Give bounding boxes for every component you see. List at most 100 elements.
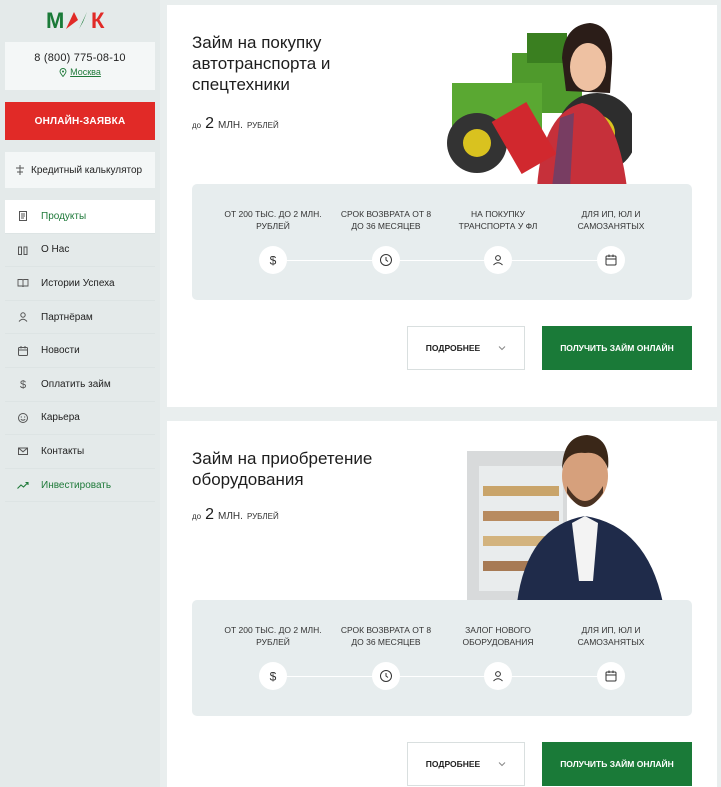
feature-text: залог нового оборудования <box>462 625 534 647</box>
details-button[interactable]: ПОДРОБНЕЕ <box>407 742 525 786</box>
sidebar-item-label: Карьера <box>41 412 80 424</box>
user-icon <box>493 671 503 682</box>
get-loan-online-button[interactable]: ПОЛУЧИТЬ ЗАЙМ ОНЛАЙН <box>542 742 692 786</box>
clock-icon <box>380 254 392 266</box>
feature-icon-circle <box>484 662 512 690</box>
feature-item: для ИП, ЮЛ и самозанятых <box>561 208 661 274</box>
feature-icon-circle: $ <box>259 662 287 690</box>
feature-item: срок возврата от 8 до 36 месяцев <box>336 208 436 274</box>
chevron-down-icon <box>498 762 506 767</box>
fridge-man-photo <box>467 435 663 603</box>
sidebar-item-label: Инвестировать <box>41 479 112 491</box>
feature-item: для ИП, ЮЛ и самозанятых <box>561 624 661 690</box>
feature-item: на покупку транспорта у ФЛ <box>448 208 548 274</box>
feature-icon-circle <box>597 662 625 690</box>
features-panel: от 200 тыс. до 2 млн. рублей $ срок возв… <box>192 600 692 716</box>
calculator-label: Кредитный калькулятор <box>31 164 143 176</box>
feature-icon-circle <box>372 246 400 274</box>
svg-text:К: К <box>91 8 105 32</box>
sidebar-item-label: Партнёрам <box>41 311 93 323</box>
feature-item: срок возврата от 8 до 36 месяцев <box>336 624 436 690</box>
sidebar-item-label: Оплатить займ <box>41 378 111 390</box>
product-title: Займ на покупку автотранспорта и спецтех… <box>192 33 331 94</box>
amount-prefix: до <box>192 512 202 521</box>
phone-number[interactable]: 8 (800) 775-08-10 <box>5 52 155 64</box>
amount-value: 2 <box>205 506 215 523</box>
sidebar-item-success-stories[interactable]: Истории Успеха <box>5 267 155 301</box>
feature-item: залог нового оборудования <box>448 624 548 690</box>
product-amount: до 2 МЛН. РУБЛЕЙ <box>192 115 279 133</box>
logo[interactable]: М К <box>46 8 112 33</box>
product-card-equipment-loan: Займ на приобретение оборудования до 2 М… <box>167 421 717 787</box>
feature-icon-circle <box>372 662 400 690</box>
dollar-icon: $ <box>20 379 26 390</box>
mail-icon <box>18 447 28 456</box>
credit-calculator-link[interactable]: Кредитный калькулятор <box>5 152 155 188</box>
feature-item: от 200 тыс. до 2 млн. рублей $ <box>223 208 323 274</box>
feature-text: на покупку транспорта у ФЛ <box>458 209 538 231</box>
city-label: Москва <box>70 67 101 77</box>
tractor-woman-photo <box>447 23 632 188</box>
svg-text:$: $ <box>270 254 277 268</box>
product-card-vehicle-loan: Займ на покупку автотранспорта и спецтех… <box>167 5 717 407</box>
dollar-icon: $ <box>270 254 277 268</box>
dollar-icon: $ <box>270 670 277 684</box>
calendar-icon <box>18 345 28 356</box>
sidebar-item-label: Контакты <box>41 445 85 457</box>
get-loan-online-button[interactable]: ПОЛУЧИТЬ ЗАЙМ ОНЛАЙН <box>542 326 692 370</box>
building-icon <box>18 246 28 255</box>
details-button[interactable]: ПОДРОБНЕЕ <box>407 326 525 370</box>
feature-text: от 200 тыс. до 2 млн. рублей <box>224 209 322 231</box>
sidebar-item-contacts[interactable]: Контакты <box>5 435 155 469</box>
feature-text: для ИП, ЮЛ и самозанятых <box>577 625 645 647</box>
feature-icon-circle <box>484 246 512 274</box>
sidebar-item-label: Новости <box>41 345 80 357</box>
sidebar-item-career[interactable]: Карьера <box>5 402 155 436</box>
clock-icon <box>380 670 392 682</box>
book-icon <box>17 279 29 288</box>
svg-text:М: М <box>46 8 64 32</box>
location-pin-icon <box>59 67 67 77</box>
amount-value: 2 <box>205 115 215 132</box>
calendar-icon <box>605 254 617 266</box>
amount-prefix: до <box>192 121 202 130</box>
feature-text: для ИП, ЮЛ и самозанятых <box>577 209 645 231</box>
sidebar-item-invest[interactable]: Инвестировать <box>5 469 155 503</box>
details-label: ПОДРОБНЕЕ <box>425 343 481 353</box>
calculator-icon <box>16 165 24 175</box>
smile-icon <box>18 412 28 423</box>
amount-unit: МЛН. <box>218 511 243 522</box>
svg-text:$: $ <box>20 379 26 390</box>
calendar-icon <box>605 670 617 682</box>
feature-item: от 200 тыс. до 2 млн. рублей $ <box>223 624 323 690</box>
features-panel: от 200 тыс. до 2 млн. рублей $ срок возв… <box>192 184 692 300</box>
amount-suffix: РУБЛЕЙ <box>246 512 279 521</box>
product-amount: до 2 МЛН. РУБЛЕЙ <box>192 506 279 524</box>
feature-text: срок возврата от 8 до 36 месяцев <box>340 209 432 231</box>
amount-unit: МЛН. <box>218 120 243 131</box>
city-selector[interactable]: Москва <box>5 67 155 77</box>
product-title: Займ на приобретение оборудования <box>192 449 373 489</box>
feature-icon-circle <box>597 246 625 274</box>
contact-box: 8 (800) 775-08-10 Москва <box>5 42 155 90</box>
sidebar-item-about[interactable]: О Нас <box>5 234 155 268</box>
sidebar-item-partners[interactable]: Партнёрам <box>5 301 155 335</box>
document-icon <box>19 211 27 222</box>
sidebar-item-products[interactable]: Продукты <box>5 200 155 234</box>
logo-mark: М К <box>46 8 105 33</box>
feature-icon-circle: $ <box>259 246 287 274</box>
online-apply-button[interactable]: ОНЛАЙН-ЗАЯВКА <box>5 102 155 140</box>
user-icon <box>493 255 503 266</box>
feature-text: срок возврата от 8 до 36 месяцев <box>340 625 432 647</box>
user-icon <box>18 312 28 322</box>
sidebar-item-news[interactable]: Новости <box>5 334 155 368</box>
sidebar-item-label: Истории Успеха <box>41 277 115 289</box>
sidebar-item-label: Продукты <box>41 210 87 222</box>
sidebar-item-pay-loan[interactable]: $ Оплатить займ <box>5 368 155 402</box>
details-label: ПОДРОБНЕЕ <box>425 759 481 769</box>
sidebar-item-label: О Нас <box>41 244 70 256</box>
sidebar: М К 8 (800) 775-08-10 Москва ОНЛАЙН-ЗАЯВ… <box>0 0 160 787</box>
feature-text: от 200 тыс. до 2 млн. рублей <box>224 625 322 647</box>
trend-up-icon <box>17 481 29 489</box>
svg-text:$: $ <box>270 670 277 684</box>
